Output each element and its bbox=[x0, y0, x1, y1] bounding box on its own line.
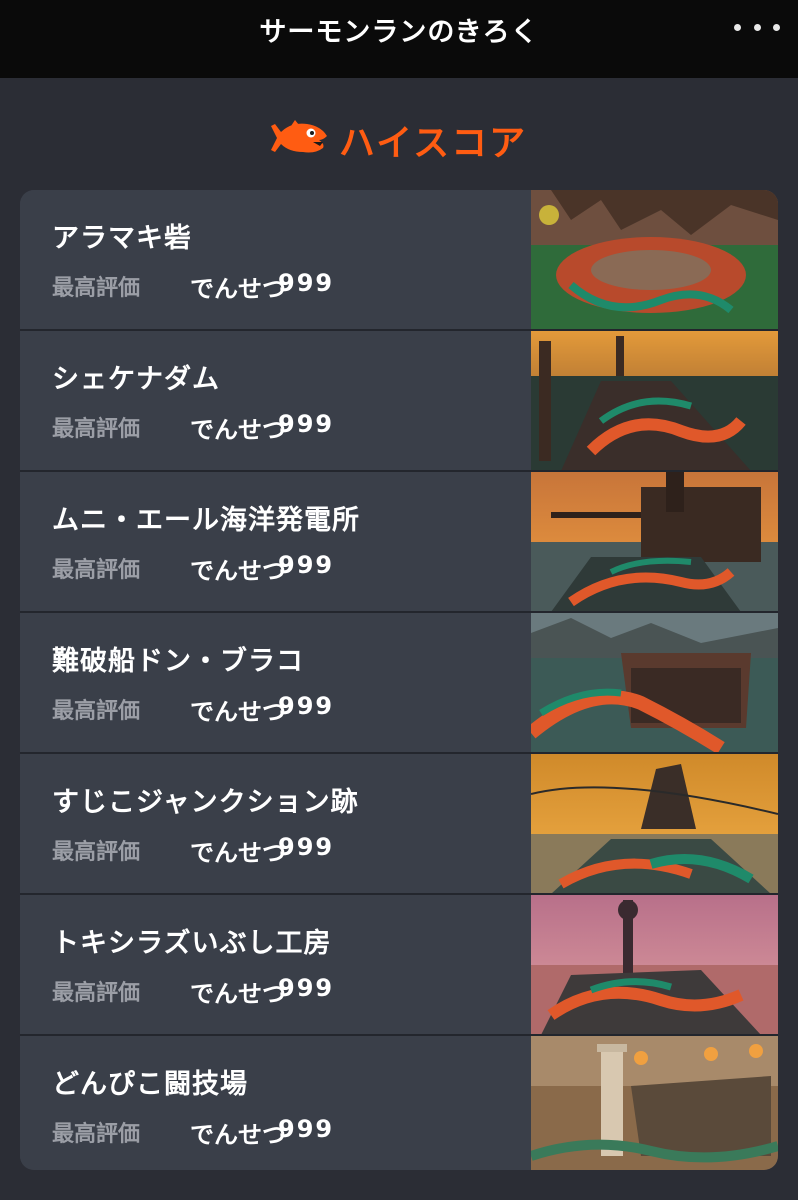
section-header: ハイスコア bbox=[0, 112, 798, 168]
best-rating-label: 最高評価 bbox=[52, 981, 141, 1006]
more-menu-button[interactable] bbox=[734, 12, 780, 42]
best-rating-label: 最高評価 bbox=[52, 1122, 141, 1147]
stage-name: すじこジャンクション跡 bbox=[52, 787, 359, 818]
stage-row[interactable]: すじこジャンクション跡 最高評価 でんせつ 999 bbox=[20, 754, 778, 894]
top-bar: サーモンランのきろく bbox=[0, 0, 798, 78]
best-score: 999 bbox=[278, 833, 335, 861]
more-dots-icon bbox=[734, 23, 741, 31]
stage-row[interactable]: ムニ・エール海洋発電所 最高評価 でんせつ 999 bbox=[20, 472, 778, 612]
stage-name: シェケナダム bbox=[52, 364, 220, 395]
salmon-fish-icon bbox=[270, 118, 329, 162]
stage-thumbnail bbox=[531, 754, 778, 894]
stage-row[interactable]: シェケナダム 最高評価 でんせつ 999 bbox=[20, 331, 778, 471]
stage-thumbnail bbox=[531, 331, 778, 471]
best-rating-label: 最高評価 bbox=[52, 699, 141, 724]
stage-row[interactable]: アラマキ砦 最高評価 でんせつ 999 bbox=[20, 190, 778, 330]
best-score: 999 bbox=[278, 974, 335, 1002]
section-title: ハイスコア bbox=[338, 123, 528, 164]
best-grade: でんせつ bbox=[190, 980, 286, 1008]
best-rating-label: 最高評価 bbox=[52, 417, 141, 442]
best-score: 999 bbox=[278, 1115, 335, 1143]
stage-thumbnail bbox=[531, 190, 778, 330]
best-rating-label: 最高評価 bbox=[52, 558, 141, 583]
best-grade: でんせつ bbox=[190, 557, 286, 585]
stage-thumbnail bbox=[531, 472, 778, 612]
more-dots-icon bbox=[773, 23, 780, 31]
best-rating-label: 最高評価 bbox=[52, 276, 141, 301]
stage-name: どんぴこ闘技場 bbox=[52, 1069, 248, 1100]
stage-row[interactable]: 難破船ドン・ブラコ 最高評価 でんせつ 999 bbox=[20, 613, 778, 753]
more-dots-icon bbox=[753, 23, 761, 31]
best-grade: でんせつ bbox=[190, 416, 286, 444]
stage-thumbnail bbox=[531, 1036, 778, 1170]
best-grade: でんせつ bbox=[190, 698, 286, 726]
stage-row[interactable]: トキシラズいぶし工房 最高評価 でんせつ 999 bbox=[20, 895, 778, 1035]
best-grade: でんせつ bbox=[190, 1121, 286, 1149]
stage-thumbnail bbox=[531, 895, 778, 1035]
page-title: サーモンランのきろく bbox=[259, 17, 539, 48]
stage-thumbnail bbox=[531, 613, 778, 753]
stage-name: ムニ・エール海洋発電所 bbox=[52, 505, 360, 536]
best-rating-label: 最高評価 bbox=[52, 840, 141, 865]
stage-row[interactable]: どんぴこ闘技場 最高評価 でんせつ 999 bbox=[20, 1036, 778, 1170]
stage-name: アラマキ砦 bbox=[52, 223, 192, 254]
best-score: 999 bbox=[278, 692, 335, 720]
best-score: 999 bbox=[278, 551, 335, 579]
best-grade: でんせつ bbox=[190, 839, 286, 867]
best-grade: でんせつ bbox=[190, 275, 286, 303]
best-score: 999 bbox=[278, 269, 335, 297]
stage-name: 難破船ドン・ブラコ bbox=[52, 646, 304, 677]
stage-name: トキシラズいぶし工房 bbox=[52, 928, 332, 959]
stage-list: アラマキ砦 最高評価 でんせつ 999 シェケナダム 最高評価 でんせつ 999 bbox=[20, 190, 778, 1170]
best-score: 999 bbox=[278, 410, 335, 438]
